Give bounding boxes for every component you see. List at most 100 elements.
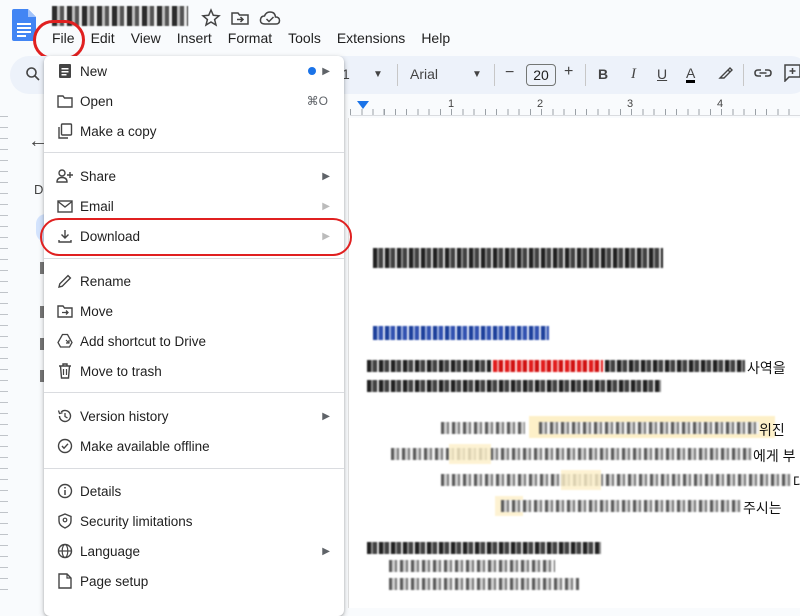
menu-item-new[interactable]: New ▶: [44, 56, 344, 86]
submenu-arrow-icon: ▶: [322, 170, 330, 182]
indent-marker-icon[interactable]: [357, 101, 369, 109]
document-icon: [56, 62, 74, 80]
increase-font-size-button[interactable]: +: [564, 63, 573, 81]
horizontal-ruler[interactable]: 1 2 3 4: [350, 98, 800, 116]
copy-icon: [56, 122, 74, 140]
vertical-ruler: [0, 116, 8, 600]
doc-highlight: [449, 444, 491, 464]
ruler-number: 2: [537, 98, 544, 110]
font-size-input[interactable]: 20: [526, 64, 556, 86]
menu-item-rename[interactable]: Rename: [44, 266, 344, 296]
menu-item-label: Open: [80, 93, 114, 109]
doc-line-redacted: [389, 578, 579, 590]
italic-button[interactable]: I: [631, 66, 636, 83]
doc-partial-text: 사역을: [747, 360, 786, 376]
font-dropdown-icon[interactable]: ▼: [472, 69, 482, 80]
menu-item-move[interactable]: Move: [44, 296, 344, 326]
trash-icon: [56, 362, 74, 380]
insert-link-icon[interactable]: [754, 66, 772, 85]
toolbar-divider: [397, 64, 398, 86]
shortcut-text: ⌘O: [306, 94, 328, 108]
menu-item-share[interactable]: Share ▶: [44, 161, 344, 191]
menu-view[interactable]: View: [123, 28, 169, 48]
globe-icon: [56, 542, 74, 560]
menu-item-move-to-trash[interactable]: Move to trash: [44, 356, 344, 386]
offline-check-icon: [56, 437, 74, 455]
decrease-font-size-button[interactable]: −: [505, 64, 514, 82]
add-comment-icon[interactable]: [784, 64, 800, 87]
ruler-number: 4: [717, 98, 724, 110]
toolbar-divider: [585, 64, 586, 86]
highlight-pen-icon[interactable]: [717, 65, 733, 86]
menu-format[interactable]: Format: [220, 28, 280, 48]
menu-item-label: Add shortcut to Drive: [80, 333, 207, 349]
menu-item-label: Email: [80, 198, 114, 214]
menu-item-label: Share: [80, 168, 117, 184]
menu-item-open[interactable]: Open ⌘O: [44, 86, 344, 116]
menu-item-label: Language: [80, 543, 141, 559]
doc-partial-text: 대: [793, 474, 800, 490]
menu-item-email[interactable]: Email ▶: [44, 191, 344, 221]
menu-tools[interactable]: Tools: [280, 28, 329, 48]
menu-item-label: Rename: [80, 273, 132, 289]
menu-item-label: Make a copy: [80, 123, 157, 139]
doc-partial-text: 에게 부: [753, 448, 796, 464]
menu-item-details[interactable]: Details: [44, 476, 344, 506]
doc-line-redacted: [605, 360, 745, 372]
menu-extensions[interactable]: Extensions: [329, 28, 413, 48]
info-icon: [56, 482, 74, 500]
menu-item-version-history[interactable]: Version history ▶: [44, 401, 344, 431]
doc-line-redacted: [367, 542, 601, 554]
menu-divider: [44, 392, 344, 393]
toolbar-divider: [494, 64, 495, 86]
menu-divider: [44, 152, 344, 153]
ruler-number: 3: [627, 98, 634, 110]
menu-divider: [44, 468, 344, 469]
style-dropdown-icon[interactable]: ▼: [373, 69, 383, 80]
email-icon: [56, 197, 74, 215]
doc-line-redacted: [539, 422, 759, 434]
star-icon[interactable]: [201, 8, 221, 28]
outline-heading-letter: D: [34, 182, 44, 197]
doc-partial-text: 위진: [759, 422, 785, 438]
doc-line-redacted: [391, 448, 751, 460]
folder-icon: [56, 92, 74, 110]
doc-red-text-redacted: [493, 360, 603, 372]
doc-line-redacted: [367, 380, 661, 392]
menu-divider: [44, 258, 344, 259]
cloud-saved-icon[interactable]: [259, 8, 281, 28]
submenu-arrow-icon: ▶: [322, 410, 330, 422]
menu-help[interactable]: Help: [413, 28, 458, 48]
underline-button[interactable]: U: [657, 66, 667, 82]
menu-item-make-a-copy[interactable]: Make a copy: [44, 116, 344, 146]
menu-edit[interactable]: Edit: [83, 28, 123, 48]
doc-partial-text: 주시는: [743, 500, 782, 516]
submenu-arrow-icon: ▶: [322, 200, 330, 212]
menu-item-language[interactable]: Language ▶: [44, 536, 344, 566]
menu-insert[interactable]: Insert: [169, 28, 220, 48]
doc-line-redacted: [441, 422, 525, 434]
doc-line-redacted: [367, 360, 491, 372]
pencil-icon: [56, 272, 74, 290]
menu-item-label: Version history: [80, 408, 169, 424]
menu-item-label: Security limitations: [80, 513, 193, 529]
bold-button[interactable]: B: [598, 66, 608, 82]
ruler-ticks: [350, 109, 800, 115]
document-page[interactable]: 사역을 위진 에게 부 대 주시는: [348, 118, 800, 608]
font-select[interactable]: Arial: [410, 66, 438, 82]
page-icon: [56, 572, 74, 590]
person-add-icon: [56, 167, 74, 185]
doc-title-redacted: [373, 248, 663, 268]
shield-icon: [56, 512, 74, 530]
text-color-button[interactable]: A: [686, 66, 696, 83]
menu-item-make-available-offline[interactable]: Make available offline: [44, 431, 344, 461]
move-folder-icon[interactable]: [230, 8, 250, 28]
menu-item-page-setup[interactable]: Page setup: [44, 566, 344, 596]
menu-item-label: New: [80, 63, 108, 79]
menu-item-add-shortcut[interactable]: Add shortcut to Drive: [44, 326, 344, 356]
menu-item-label: Page setup: [80, 573, 149, 589]
file-menu-highlight: [33, 20, 85, 60]
menu-item-security-limitations[interactable]: Security limitations: [44, 506, 344, 536]
search-menus-icon[interactable]: [25, 66, 41, 87]
new-indicator-dot: [308, 67, 316, 75]
